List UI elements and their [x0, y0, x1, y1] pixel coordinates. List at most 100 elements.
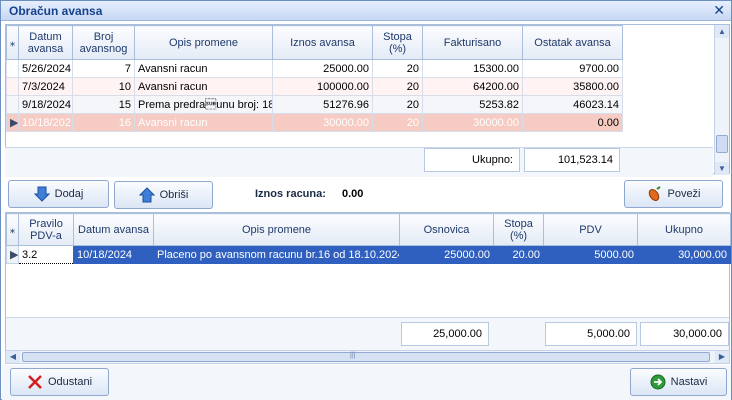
col-opis-promene[interactable]: Opis promene — [134, 25, 273, 60]
cell-stopa[interactable]: 20.00 — [493, 245, 544, 264]
cell-opis[interactable]: Avansni racun — [134, 113, 273, 132]
nastavi-button[interactable]: Nastavi — [630, 368, 727, 396]
scroll-down-icon[interactable]: ▼ — [715, 162, 729, 175]
row-selector[interactable] — [6, 95, 19, 114]
avans-table: ⁎ Datum avansa Broj avansnog Opis promen… — [6, 25, 623, 132]
row-selector[interactable] — [6, 77, 19, 96]
scroll-right-icon[interactable]: ▶ — [715, 351, 729, 363]
col-stopa[interactable]: Stopa (%) — [372, 25, 423, 60]
obrisi-label: Obriši — [159, 189, 189, 201]
col-ukupno[interactable]: Ukupno — [637, 213, 731, 246]
cell-stopa[interactable]: 20 — [372, 95, 423, 114]
table-row-selected[interactable]: ▶ 3.2 10/18/2024 Placeno po avansnom rac… — [6, 245, 731, 264]
cell-opis[interactable]: Placeno po avansnom racunu br.16 od 18.1… — [153, 245, 400, 264]
table-row[interactable]: 7/3/2024 10 Avansni racun 100000.00 20 6… — [6, 77, 623, 96]
cell-datum[interactable]: 7/3/2024 — [18, 77, 73, 96]
obracun-avansa-window: Obračun avansa ✕ ⁎ Datum avansa Broj ava… — [0, 0, 732, 400]
cell-broj[interactable]: 15 — [72, 95, 135, 114]
bottom-bar — [2, 365, 731, 400]
cell-iznos[interactable]: 51276.96 — [272, 95, 373, 114]
povezi-button[interactable]: Poveži — [624, 180, 723, 208]
cell-ostatak[interactable]: 35800.00 — [522, 77, 623, 96]
cell-datum[interactable]: 5/26/2024 — [18, 59, 73, 78]
povezi-label: Poveži — [667, 188, 701, 200]
cancel-x-icon — [28, 375, 42, 389]
close-icon[interactable]: ✕ — [713, 2, 725, 19]
cell-pravilo-editor[interactable]: 3.2 — [18, 245, 74, 264]
table-row[interactable]: 5/26/2024 7 Avansni racun 25000.00 20 15… — [6, 59, 623, 78]
scroll-thumb[interactable] — [22, 352, 710, 362]
cell-broj[interactable]: 7 — [72, 59, 135, 78]
table-row[interactable]: 9/18/2024 15 Prema predraunu broj: 18 5… — [6, 95, 623, 114]
iznos-racuna-label: Iznos racuna: — [255, 188, 326, 200]
col-fakturisano[interactable]: Fakturisano — [422, 25, 523, 60]
obrisi-button[interactable]: Obriši — [114, 181, 213, 209]
odustani-label: Odustani — [47, 376, 93, 388]
cell-broj[interactable]: 16 — [72, 113, 135, 132]
cell-datum[interactable]: 10/18/2024 — [73, 245, 154, 264]
col-datum-avansa[interactable]: Datum avansa — [18, 25, 73, 60]
cell-ostatak[interactable]: 0.00 — [522, 113, 623, 132]
upper-summary-bar: Ukupno: 101,523.14 — [5, 147, 713, 177]
table-row-current[interactable]: ▶ 10/18/202 16 Avansni racun 30000.00 20… — [6, 113, 623, 132]
cell-opis[interactable]: Avansni racun — [134, 59, 273, 78]
odustani-button[interactable]: Odustani — [10, 368, 109, 396]
sum-osnovica: 25,000.00 — [401, 322, 489, 346]
ukupno-label: Ukupno: — [424, 148, 520, 172]
cell-stopa[interactable]: 20 — [372, 113, 423, 132]
title-bar: Obračun avansa ✕ — [1, 1, 731, 21]
cell-ostatak[interactable]: 9700.00 — [522, 59, 623, 78]
cell-broj[interactable]: 10 — [72, 77, 135, 96]
arrow-right-circle-icon — [650, 374, 666, 390]
cell-ukupno[interactable]: 30,000.00 — [637, 245, 731, 264]
window-title: Obračun avansa — [9, 4, 103, 18]
upper-vertical-scrollbar[interactable]: ▲ ▼ — [714, 25, 729, 175]
cell-osnovica[interactable]: 25000.00 — [399, 245, 494, 264]
col-opis-promene[interactable]: Opis promene — [153, 213, 400, 246]
ukupno-value: 101,523.14 — [524, 148, 620, 172]
col-osnovica[interactable]: Osnovica — [399, 213, 494, 246]
lower-summary-bar: 25,000.00 5,000.00 30,000.00 — [6, 317, 729, 350]
cell-stopa[interactable]: 20 — [372, 77, 423, 96]
cell-fakturisano[interactable]: 5253.82 — [422, 95, 523, 114]
cell-pdv[interactable]: 5000.00 — [543, 245, 638, 264]
nastavi-label: Nastavi — [670, 376, 708, 388]
col-datum-avansa[interactable]: Datum avansa — [73, 213, 154, 246]
cell-iznos[interactable]: 25000.00 — [272, 59, 373, 78]
col-iznos-avansa[interactable]: Iznos avansa — [272, 25, 373, 60]
col-pravilo-pdv[interactable]: Pravilo PDV-a — [18, 213, 74, 246]
cell-fakturisano[interactable]: 30000.00 — [422, 113, 523, 132]
pdv-table: ⁎ Pravilo PDV-a Datum avansa Opis promen… — [6, 213, 731, 264]
dodaj-button[interactable]: Dodaj — [8, 180, 109, 208]
cell-opis[interactable]: Avansni racun — [134, 77, 273, 96]
cell-datum[interactable]: 9/18/2024 — [18, 95, 73, 114]
cell-iznos[interactable]: 30000.00 — [272, 113, 373, 132]
scroll-grip-icon: ||| — [350, 352, 356, 359]
cell-datum[interactable]: 10/18/202 — [18, 113, 73, 132]
arrow-down-icon — [33, 186, 50, 202]
current-row-indicator-icon: ▶ — [6, 113, 19, 132]
col-stopa[interactable]: Stopa (%) — [493, 213, 544, 246]
col-broj-avansnog[interactable]: Broj avansnog — [72, 25, 135, 60]
sum-pdv: 5,000.00 — [545, 322, 637, 346]
row-selector[interactable] — [6, 59, 19, 78]
col-pdv[interactable]: PDV — [543, 213, 638, 246]
row-selector-header[interactable]: ⁎ — [6, 213, 19, 246]
scroll-thumb[interactable] — [716, 135, 728, 153]
col-ostatak-avansa[interactable]: Ostatak avansa — [522, 25, 623, 60]
cell-ostatak[interactable]: 46023.14 — [522, 95, 623, 114]
lower-horizontal-scrollbar[interactable]: ◀ ||| ▶ — [5, 350, 730, 364]
cell-opis[interactable]: Prema predraunu broj: 18 — [134, 95, 273, 114]
sum-ukupno: 30,000.00 — [640, 322, 729, 346]
cell-stopa[interactable]: 20 — [372, 59, 423, 78]
scroll-up-icon[interactable]: ▲ — [715, 25, 729, 38]
scroll-left-icon[interactable]: ◀ — [6, 351, 20, 363]
cell-iznos[interactable]: 100000.00 — [272, 77, 373, 96]
arrow-up-icon — [138, 187, 155, 203]
cell-fakturisano[interactable]: 64200.00 — [422, 77, 523, 96]
pdv-grid: ⁎ Pravilo PDV-a Datum avansa Opis promen… — [5, 212, 731, 350]
dodaj-label: Dodaj — [54, 188, 84, 200]
iznos-racuna-value: 0.00 — [342, 188, 364, 200]
row-selector-header[interactable]: ⁎ — [6, 25, 19, 60]
cell-fakturisano[interactable]: 15300.00 — [422, 59, 523, 78]
